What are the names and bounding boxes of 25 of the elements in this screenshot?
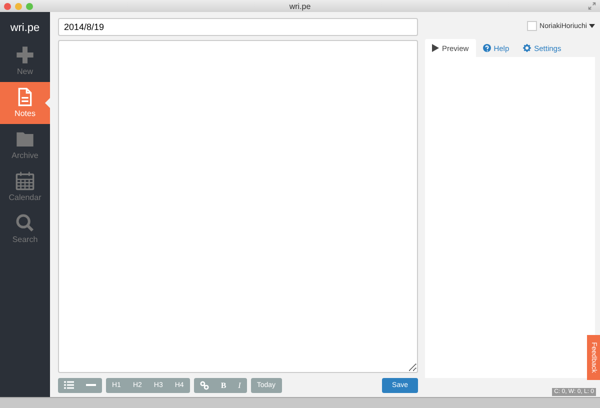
fullscreen-icon[interactable] bbox=[588, 2, 596, 10]
logo: wri.pe bbox=[9, 21, 41, 36]
play-icon bbox=[432, 44, 439, 52]
plus-icon bbox=[15, 45, 35, 65]
settings-icon bbox=[523, 44, 532, 52]
close-button[interactable] bbox=[4, 2, 11, 10]
caret-icon bbox=[589, 24, 595, 28]
sidebar-item[interactable]: Search bbox=[0, 208, 50, 250]
avatar bbox=[526, 21, 537, 31]
toolbar-button[interactable]: I bbox=[232, 378, 247, 392]
sidebar-item[interactable]: New bbox=[0, 40, 50, 82]
sidebar-item[interactable]: Archive bbox=[0, 124, 50, 166]
calendar-icon bbox=[15, 171, 35, 191]
zoom-button[interactable] bbox=[26, 2, 33, 10]
sidebar-item[interactable]: Notes bbox=[0, 82, 50, 124]
link-icon bbox=[200, 380, 209, 390]
sidebar-item[interactable]: Calendar bbox=[0, 166, 50, 208]
toolbar-button[interactable]: B bbox=[214, 378, 232, 392]
list-icon bbox=[64, 381, 74, 389]
minimize-button[interactable] bbox=[15, 2, 22, 10]
help-icon bbox=[482, 44, 491, 52]
title-field[interactable]: 2014/8/19 bbox=[58, 18, 418, 36]
search-icon bbox=[15, 213, 35, 233]
minus-icon bbox=[86, 383, 96, 387]
window-title: wri.pe bbox=[289, 2, 311, 10]
